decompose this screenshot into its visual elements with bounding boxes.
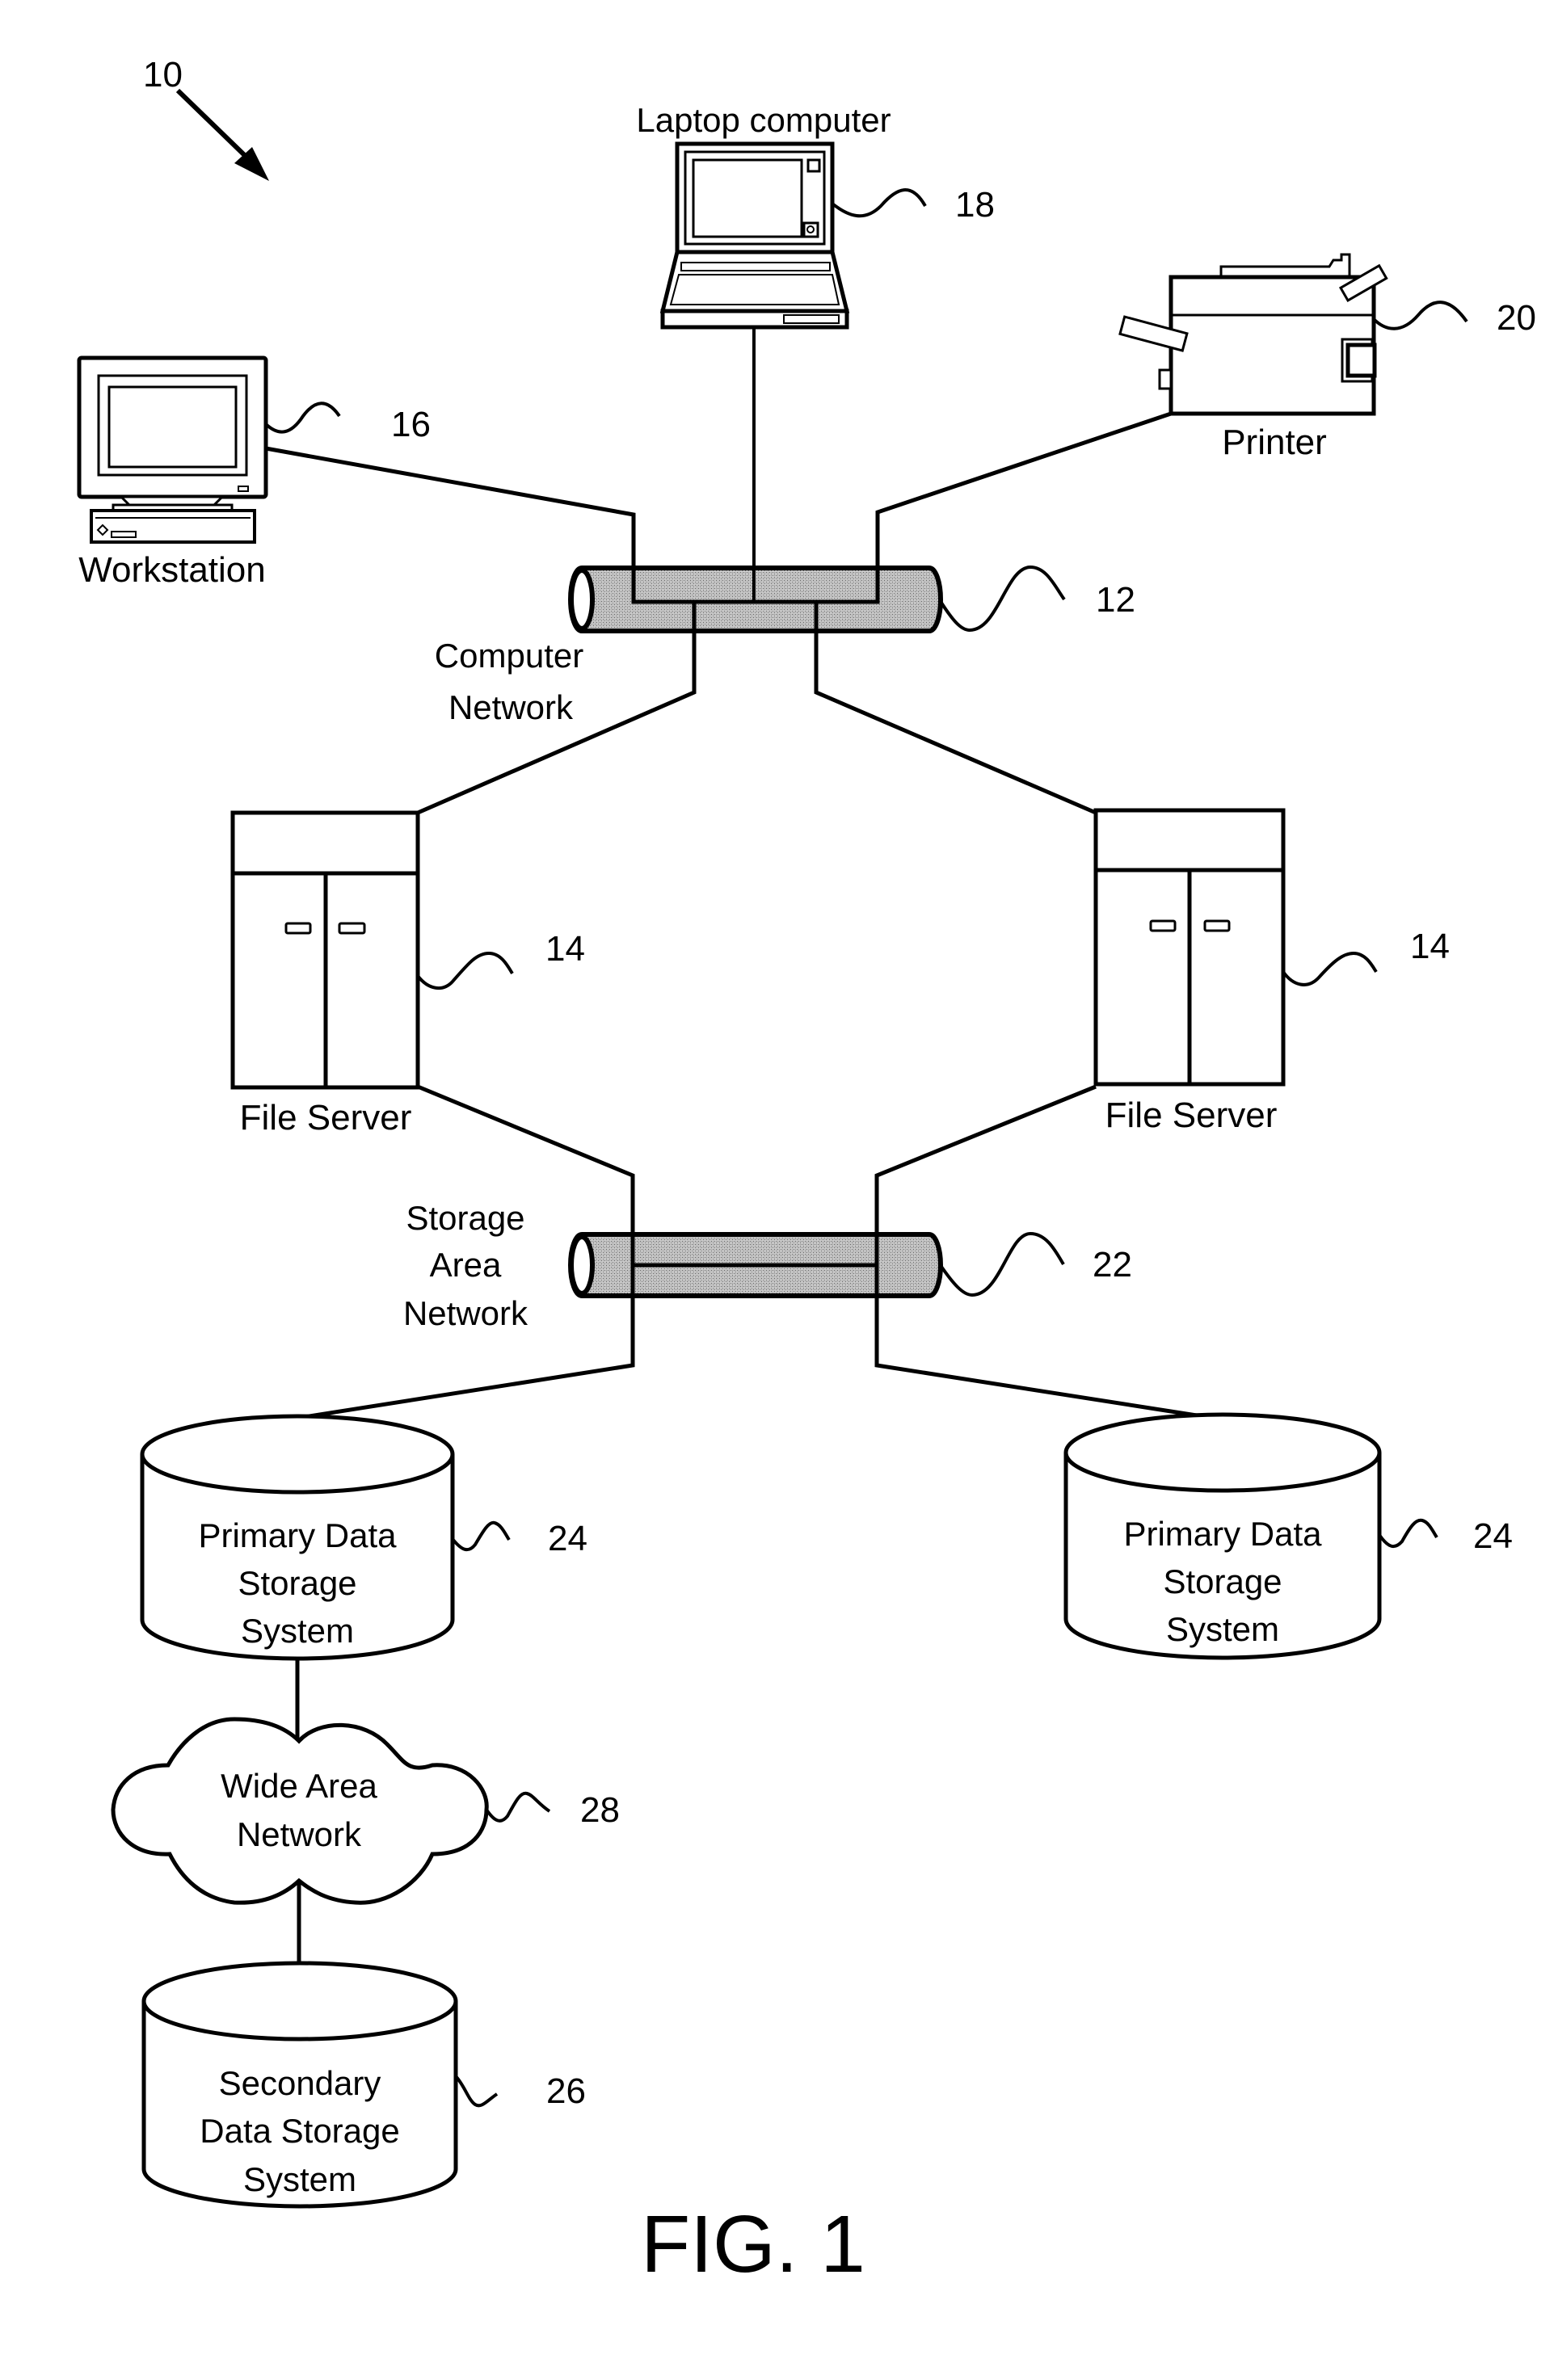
- primary-storage-right-label-line1: Primary Data: [1123, 1515, 1322, 1553]
- storage-area-network-node[interactable]: Storage Area Network 22: [403, 1199, 1132, 1332]
- wan-label-line1: Wide Area: [221, 1767, 377, 1805]
- printer-node[interactable]: Printer 20: [1118, 253, 1536, 462]
- san-ref: 22: [1093, 1245, 1132, 1285]
- file-server-right-node[interactable]: File Server 14: [1093, 808, 1450, 1135]
- server-cabinet-icon: [230, 810, 420, 1090]
- system-ref-number: 10: [143, 55, 183, 95]
- secondary-storage-label-line1: Secondary: [219, 2064, 381, 2102]
- laptop-icon: [659, 141, 850, 330]
- printer-icon: [1118, 253, 1388, 416]
- network-diagram: 10 Laptop computer 18 Workstation 16 Pri…: [77, 55, 1536, 2290]
- printer-ref-leader: [1372, 301, 1468, 330]
- network-pipe-icon: [568, 566, 943, 633]
- workstation-ref-leader: [264, 402, 341, 434]
- secondary-storage-ref-leader: [454, 2075, 499, 2108]
- file-server-left-ref: 14: [545, 929, 585, 969]
- file-server-left-label: File Server: [240, 1098, 412, 1137]
- laptop-ref-leader: [831, 188, 927, 218]
- computer-network-label-line1: Computer: [435, 637, 583, 675]
- wan-ref: 28: [580, 1790, 620, 1830]
- file-server-right-label: File Server: [1105, 1095, 1278, 1135]
- computer-network-label-line2: Network: [448, 688, 574, 726]
- printer-label: Printer: [1222, 423, 1327, 462]
- computer-network-ref-leader: [938, 565, 1066, 633]
- file-server-right-ref: 14: [1410, 927, 1450, 966]
- primary-storage-left-label-line2: Storage: [238, 1564, 356, 1602]
- san-label-line1: Storage: [406, 1199, 524, 1237]
- arrow-icon: [175, 88, 269, 181]
- file-server-left-node[interactable]: File Server 14: [230, 810, 585, 1137]
- link-network-fileserver-right: [814, 602, 1097, 815]
- primary-storage-right-label-line2: Storage: [1163, 1562, 1282, 1600]
- primary-storage-left-ref-leader: [451, 1520, 511, 1552]
- workstation-ref: 16: [391, 405, 431, 444]
- primary-storage-right-label-line3: System: [1166, 1610, 1279, 1648]
- file-server-right-ref-leader: [1282, 951, 1378, 986]
- primary-storage-right-ref-leader: [1378, 1518, 1438, 1549]
- figure-caption: FIG. 1: [641, 2199, 865, 2290]
- desktop-computer-icon: [77, 355, 268, 544]
- wan-label-line2: Network: [237, 1815, 362, 1853]
- file-server-left-ref-leader: [416, 951, 514, 990]
- network-pipe-icon: [568, 1232, 943, 1298]
- san-label-line3: Network: [403, 1294, 528, 1332]
- primary-storage-left-label-line1: Primary Data: [198, 1516, 397, 1554]
- laptop-node[interactable]: Laptop computer 18: [636, 101, 995, 330]
- secondary-storage-ref: 26: [546, 2071, 586, 2111]
- workstation-label: Workstation: [78, 550, 266, 590]
- primary-storage-right-node[interactable]: Primary Data Storage System 24: [1063, 1412, 1513, 1660]
- laptop-label: Laptop computer: [636, 101, 891, 139]
- system-reference: 10: [143, 55, 269, 181]
- laptop-ref: 18: [955, 185, 995, 225]
- primary-storage-right-ref: 24: [1473, 1516, 1513, 1556]
- secondary-storage-label-line3: System: [243, 2160, 356, 2198]
- primary-storage-left-label-line3: System: [241, 1612, 354, 1650]
- wan-ref-leader: [485, 1791, 551, 1823]
- wide-area-network-node[interactable]: Wide Area Network 28: [111, 1717, 620, 1905]
- computer-network-ref: 12: [1096, 580, 1135, 620]
- secondary-storage-node[interactable]: Secondary Data Storage System 26: [141, 1961, 586, 2209]
- printer-ref: 20: [1497, 298, 1536, 338]
- cloud-icon: [111, 1717, 489, 1905]
- server-cabinet-icon: [1093, 808, 1286, 1087]
- san-label-line2: Area: [430, 1246, 502, 1284]
- primary-storage-left-ref: 24: [548, 1519, 587, 1558]
- computer-network-node[interactable]: Computer Network 12: [435, 565, 1135, 726]
- workstation-node[interactable]: Workstation 16: [77, 355, 431, 590]
- san-ref-leader: [938, 1231, 1065, 1297]
- secondary-storage-label-line2: Data Storage: [200, 2112, 400, 2150]
- primary-storage-left-node[interactable]: Primary Data Storage System 24: [140, 1414, 587, 1661]
